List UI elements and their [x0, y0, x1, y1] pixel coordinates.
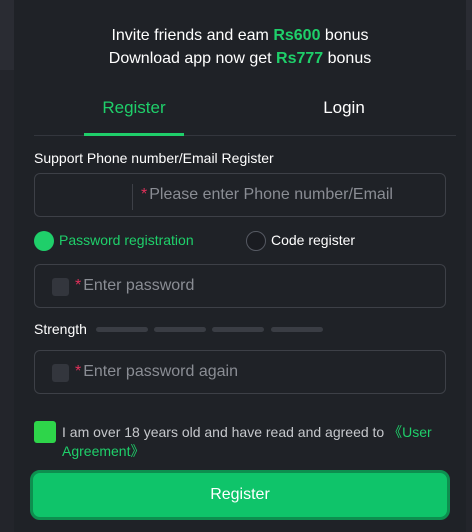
promo-line-invite: Invite friends and eam Rs600 bonus	[14, 24, 466, 47]
password-placeholder: * Enter password	[75, 277, 195, 294]
strength-bar	[271, 327, 323, 332]
promo-text: bonus	[323, 50, 372, 67]
radio-code-register[interactable]	[246, 231, 266, 251]
strength-label: Strength	[34, 321, 87, 337]
strength-bar	[154, 327, 206, 332]
required-mark: *	[75, 363, 82, 380]
required-mark: *	[141, 186, 148, 203]
register-method-label: Support Phone number/Email Register	[34, 150, 274, 166]
radio-password-registration[interactable]	[34, 231, 54, 251]
agree-checkbox[interactable]	[34, 421, 56, 443]
phone-email-input[interactable]: * Please enter Phone number/Email	[34, 173, 446, 217]
active-tab-indicator	[84, 133, 184, 136]
promo-text: bonus	[320, 27, 369, 44]
register-mode-radios: Password registration Code register	[34, 230, 446, 252]
agreement-text: I am over 18 years old and have read and…	[62, 424, 432, 459]
promo-text: Invite friends and eam	[111, 27, 274, 44]
promo-text: Download app now get	[108, 50, 277, 67]
radio-code-label[interactable]: Code register	[271, 232, 355, 248]
auth-tabs: Register Login	[34, 90, 456, 136]
phone-email-placeholder: * Please enter Phone number/Email	[141, 186, 393, 203]
radio-password-label[interactable]: Password registration	[59, 232, 194, 248]
tab-register[interactable]: Register	[84, 90, 184, 136]
confirm-password-placeholder: * Enter password again	[75, 363, 238, 380]
password-input[interactable]: * Enter password	[34, 264, 446, 308]
tab-login[interactable]: Login	[274, 90, 414, 136]
register-submit-button[interactable]: Register	[30, 470, 450, 520]
strength-bar	[212, 327, 264, 332]
lock-icon	[52, 364, 69, 382]
promo-banner: Invite friends and eam Rs600 bonus Downl…	[14, 24, 466, 70]
promo-line-download: Download app now get Rs777 bonus	[14, 47, 466, 70]
required-mark: *	[75, 277, 82, 294]
promo-amount: Rs777	[276, 50, 324, 67]
country-code-divider	[132, 184, 133, 210]
confirm-password-input[interactable]: * Enter password again	[34, 350, 446, 394]
lock-icon	[52, 278, 69, 296]
promo-amount: Rs600	[273, 27, 321, 44]
register-modal: Invite friends and eam Rs600 bonus Downl…	[14, 0, 466, 532]
strength-bar	[96, 327, 148, 332]
